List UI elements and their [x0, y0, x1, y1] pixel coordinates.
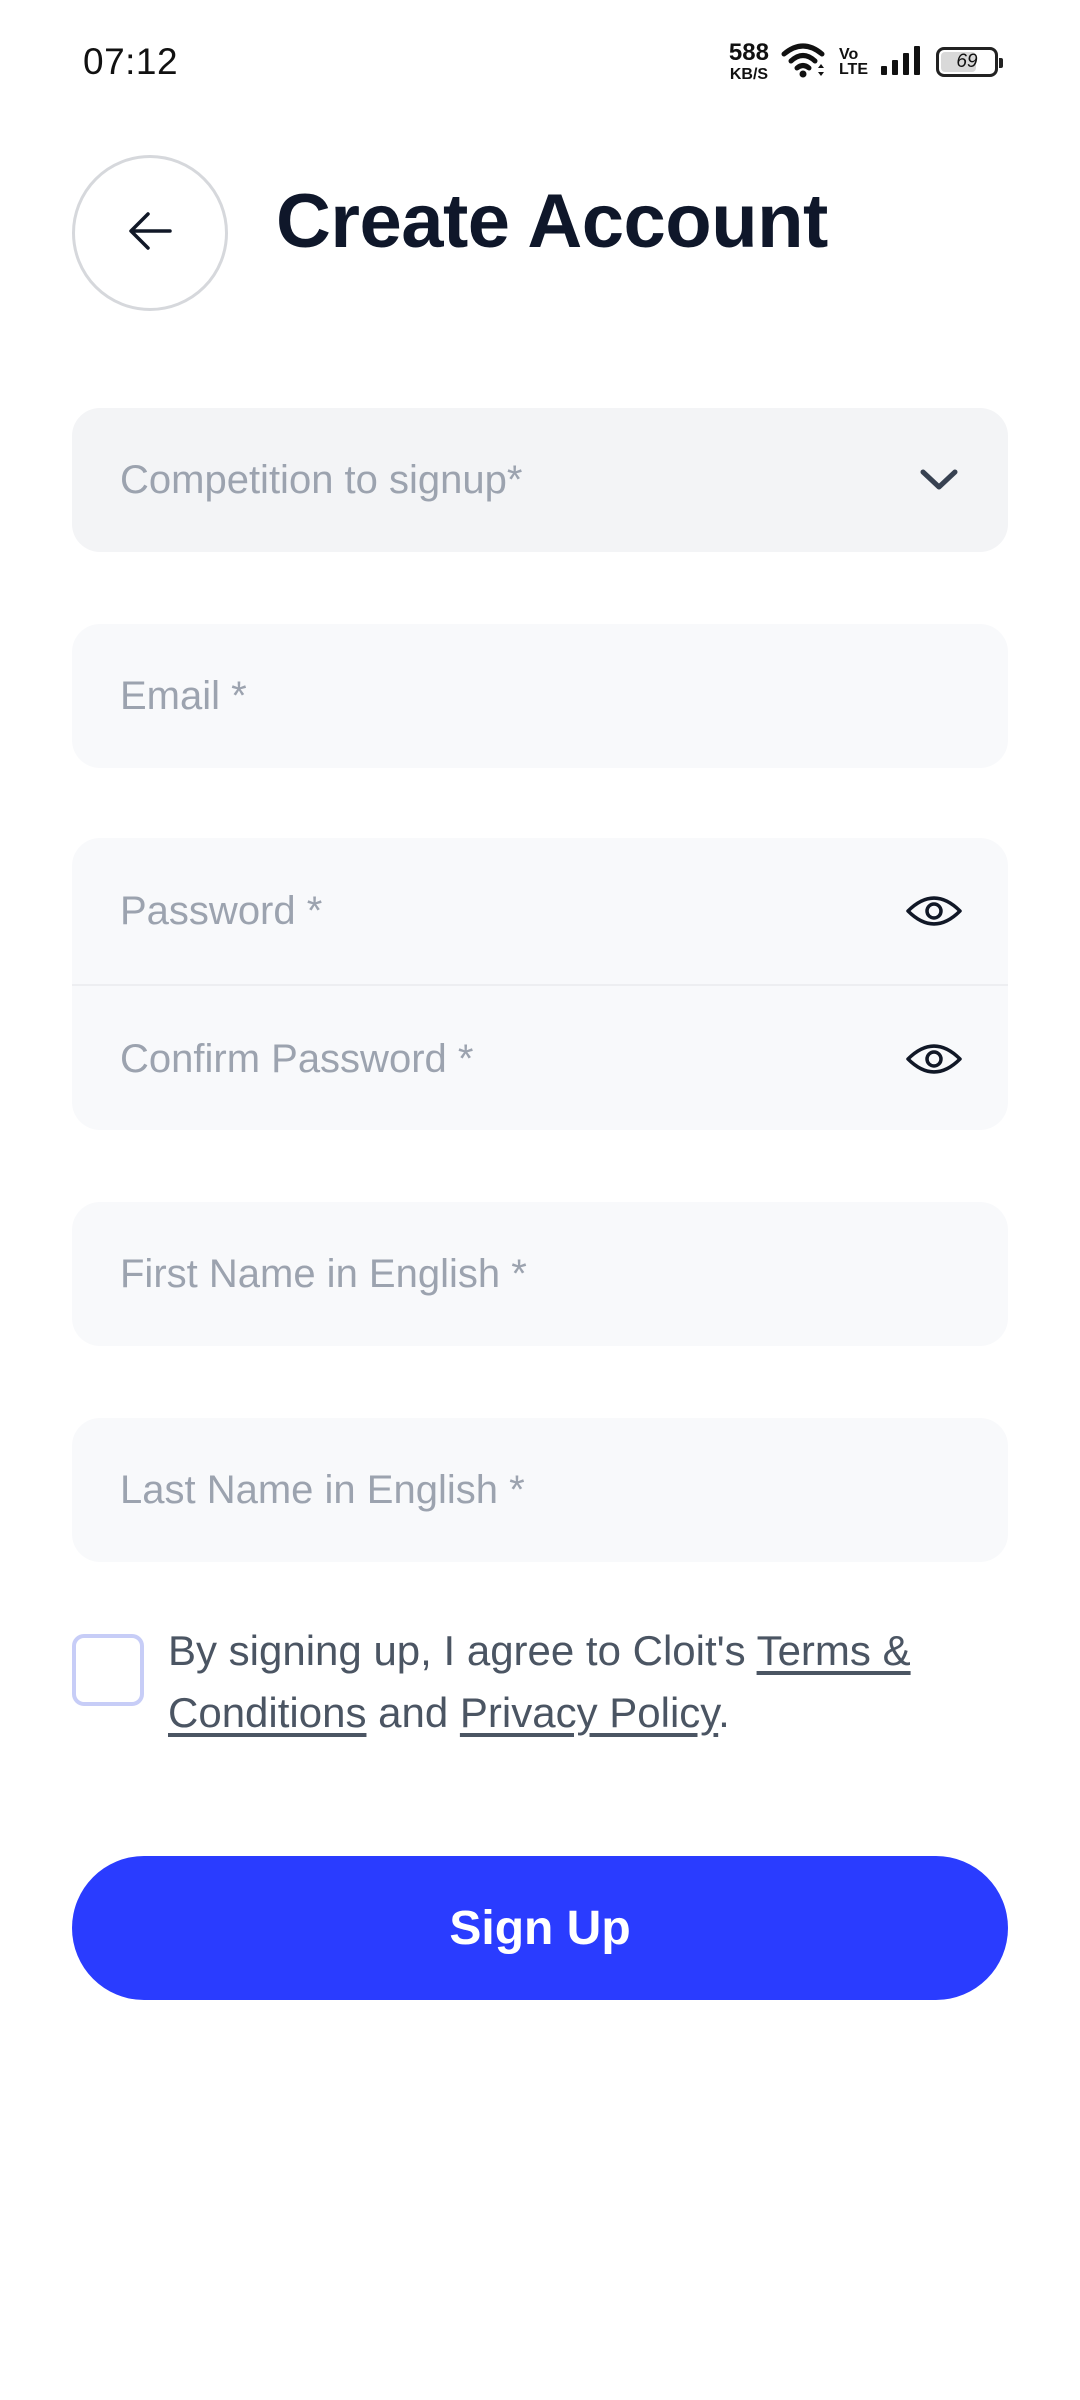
- email-placeholder: Email *: [120, 673, 247, 718]
- create-account-screen: 07:12 588 KB/S Vo LTE 69 Create Account …: [0, 0, 1080, 2400]
- status-bar: 07:12 588 KB/S Vo LTE 69: [0, 0, 1080, 124]
- wifi-icon: [781, 42, 827, 83]
- terms-checkbox[interactable]: [72, 1634, 144, 1706]
- network-speed-value: 588: [728, 39, 769, 66]
- password-placeholder: Password *: [120, 888, 323, 933]
- last-name-field[interactable]: Last Name in English *: [72, 1418, 1008, 1562]
- page-title: Create Account: [276, 179, 828, 264]
- eye-icon[interactable]: [904, 1037, 964, 1081]
- competition-select[interactable]: Competition to signup*: [72, 408, 1008, 552]
- first-name-field[interactable]: First Name in English *: [72, 1202, 1008, 1346]
- confirm-password-placeholder: Confirm Password *: [120, 1036, 474, 1081]
- last-name-placeholder: Last Name in English *: [120, 1467, 525, 1512]
- back-button[interactable]: [72, 155, 228, 311]
- battery-level: 69: [956, 51, 978, 72]
- signal-icon: [880, 44, 924, 81]
- arrow-left-icon: [128, 211, 172, 256]
- terms-suffix: .: [718, 1689, 730, 1736]
- network-speed: 588 KB/S: [729, 41, 769, 83]
- volte-top-label: Vo: [838, 45, 859, 63]
- chevron-down-icon: [918, 459, 960, 501]
- sign-up-button[interactable]: Sign Up: [72, 1856, 1008, 2000]
- terms-text: By signing up, I agree to Cloit's Terms …: [168, 1620, 988, 1744]
- battery-icon: 69: [936, 47, 1003, 77]
- password-group: Password * Confirm Password *: [72, 838, 1008, 1130]
- competition-placeholder: Competition to signup*: [120, 457, 523, 502]
- first-name-placeholder: First Name in English *: [120, 1251, 527, 1296]
- status-time: 07:12: [83, 41, 179, 82]
- volte-icon: Vo LTE: [838, 45, 868, 78]
- confirm-password-field[interactable]: Confirm Password *: [72, 986, 1008, 1130]
- email-field[interactable]: Email *: [72, 624, 1008, 768]
- privacy-policy-link[interactable]: Privacy Policy: [460, 1689, 718, 1736]
- terms-middle: and: [366, 1689, 460, 1736]
- terms-prefix: By signing up, I agree to Cloit's: [168, 1627, 757, 1674]
- volte-bottom-label: LTE: [838, 61, 868, 78]
- password-field[interactable]: Password *: [72, 838, 1008, 984]
- eye-icon[interactable]: [904, 889, 964, 933]
- network-speed-unit: KB/S: [729, 66, 769, 83]
- status-icons: 588 KB/S Vo LTE 69: [729, 41, 1003, 83]
